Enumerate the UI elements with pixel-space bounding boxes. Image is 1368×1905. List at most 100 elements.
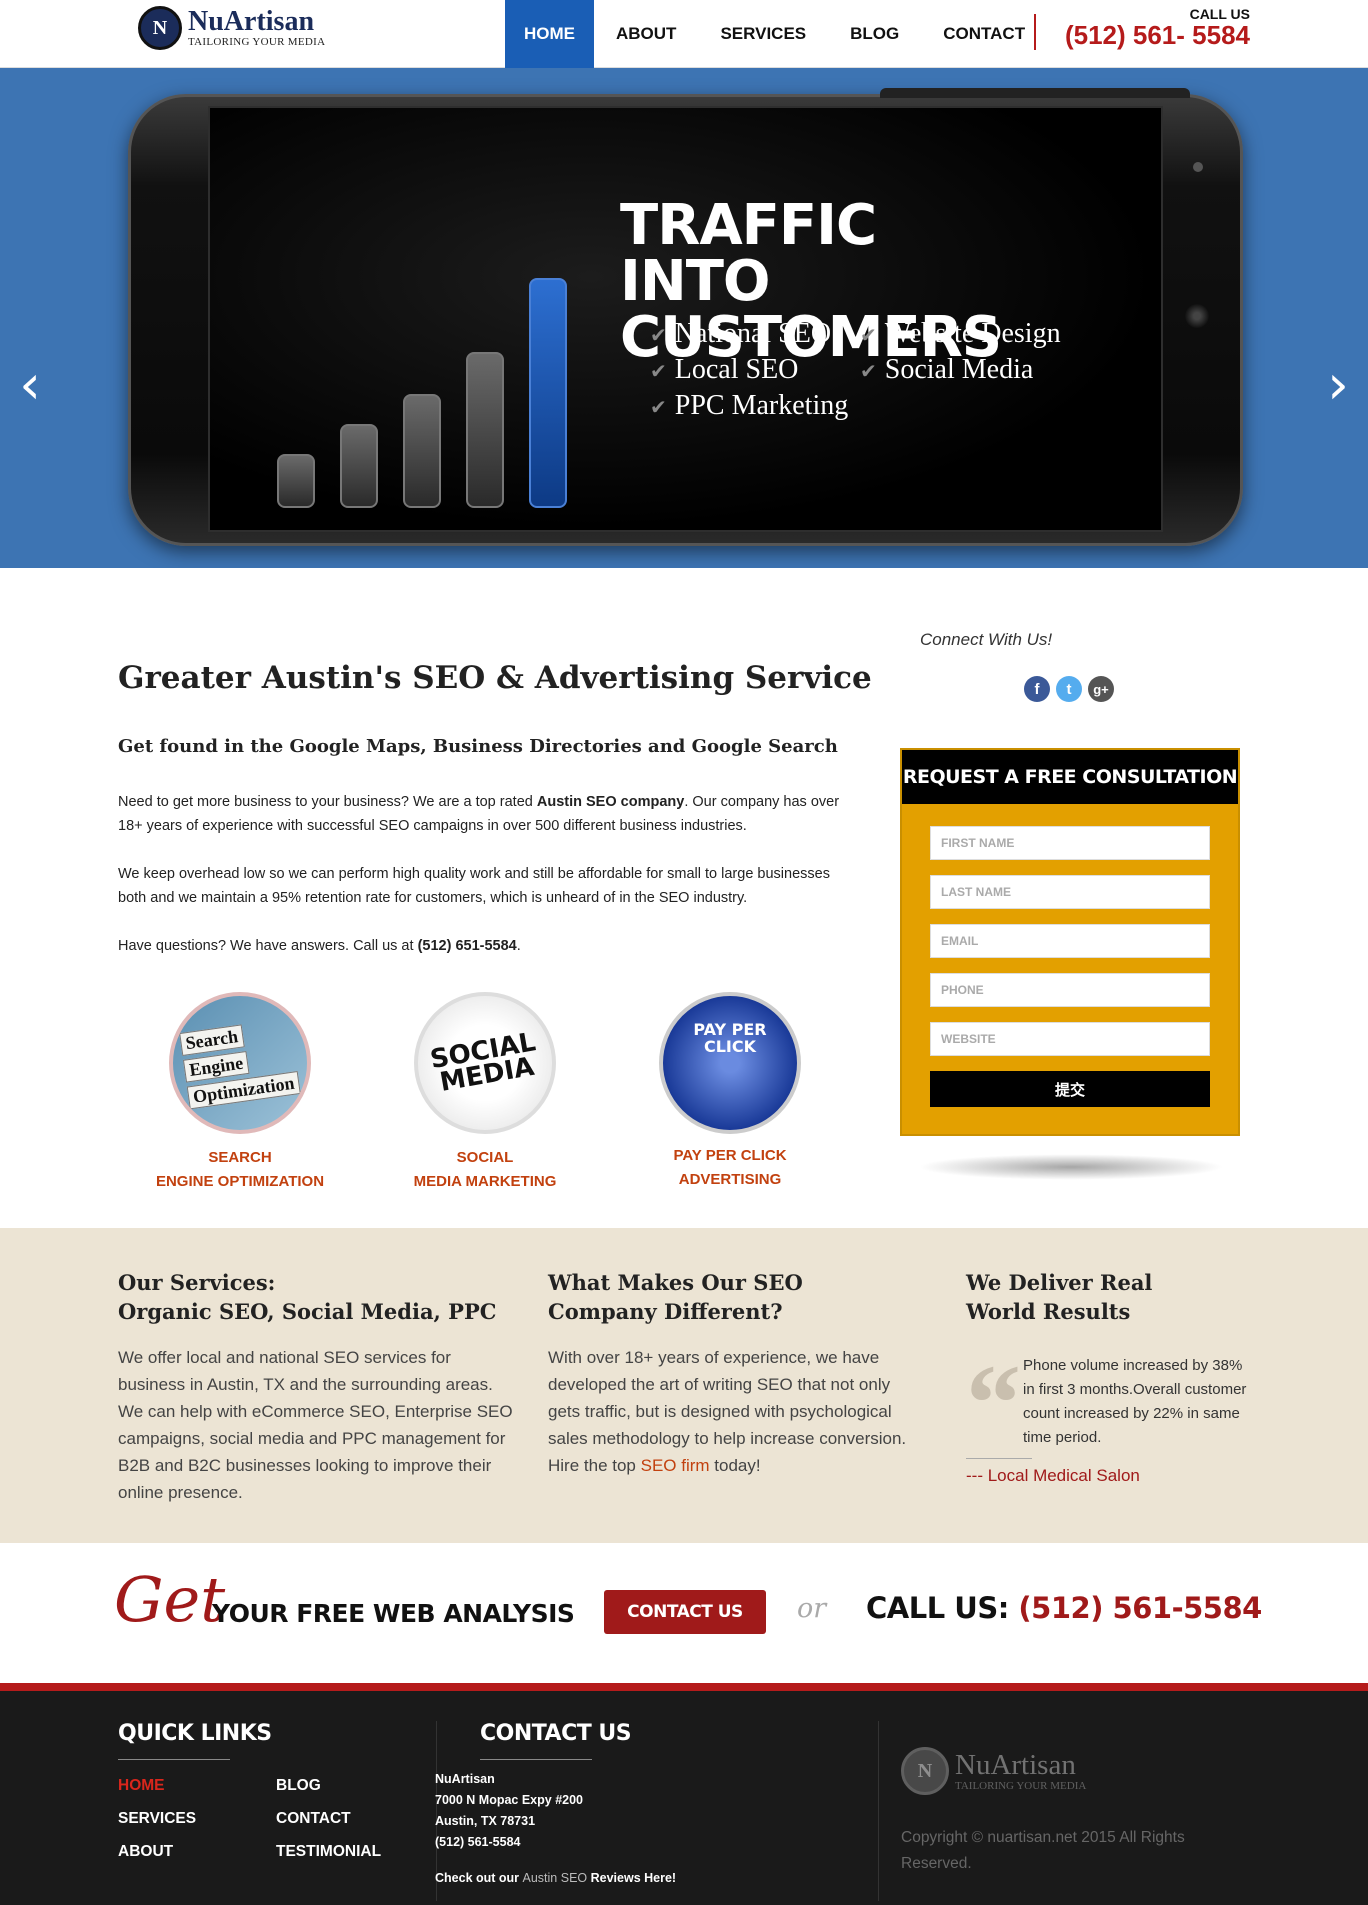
services-column: Our Services: Organic SEO, Social Media, … bbox=[118, 1268, 518, 1506]
reviews-line: Check out our Austin SEO Reviews Here! bbox=[435, 1871, 677, 1885]
service-seo[interactable]: Search Engine Optimization SEARCH ENGINE … bbox=[140, 992, 340, 1194]
services-column-text: We offer local and national SEO services… bbox=[118, 1348, 513, 1502]
cta-get-script: Get bbox=[114, 1563, 226, 1636]
austin-seo-link[interactable]: Austin SEO bbox=[523, 1871, 588, 1885]
facebook-icon[interactable]: f bbox=[1024, 676, 1050, 702]
hero-feature-list: ✔ National SEO ✔ Website Design ✔ Local SEO… bbox=[650, 318, 1090, 422]
results-column: We Deliver Real World Results “ Phone vol… bbox=[966, 1268, 1256, 1508]
contact-us-title: CONTACT US bbox=[480, 1721, 632, 1746]
quote-icon: “ bbox=[966, 1342, 1021, 1464]
nav-divider bbox=[1034, 14, 1036, 50]
seo-label[interactable]: SEARCH ENGINE OPTIMIZATION bbox=[140, 1146, 340, 1194]
signal-bar bbox=[466, 352, 504, 508]
footer-logo-badge: N bbox=[901, 1747, 949, 1795]
nav-home[interactable]: HOME bbox=[505, 0, 594, 68]
footer-address: NuArtisan 7000 N Mopac Expy #200 Austin,… bbox=[435, 1772, 583, 1849]
logo-name: NuArtisan bbox=[188, 6, 315, 37]
intro-paragraph: Need to get more business to your busine… bbox=[118, 794, 840, 834]
social-links: f t g+ bbox=[1024, 676, 1114, 702]
logo-tagline: TAILORING YOUR MEDIA bbox=[188, 36, 326, 48]
hero-item: ✔ Website Design bbox=[860, 318, 1061, 349]
testimonial-author: --- Local Medical Salon bbox=[966, 1466, 1140, 1485]
submit-button[interactable]: 提交 bbox=[930, 1071, 1210, 1107]
copyright: Copyright © nuartisan.net 2015 All Right… bbox=[901, 1829, 1185, 1872]
twitter-icon[interactable]: t bbox=[1056, 676, 1082, 702]
signal-bar bbox=[340, 424, 378, 508]
slider-next-icon[interactable]: › bbox=[1318, 358, 1358, 418]
footer-logo-tagline: TAILORING YOUR MEDIA bbox=[955, 1779, 1087, 1792]
page-title: Greater Austin's SEO & Advertising Servi… bbox=[118, 660, 872, 696]
footer-link-about[interactable]: ABOUT bbox=[118, 1843, 173, 1861]
seo-firm-link[interactable]: SEO firm bbox=[641, 1456, 710, 1475]
check-icon: ✔ bbox=[650, 325, 667, 347]
cta-or: or bbox=[797, 1593, 827, 1624]
header-phone[interactable]: (512) 561- 5584 bbox=[1065, 22, 1250, 48]
footer-link-home[interactable]: HOME bbox=[118, 1777, 165, 1795]
signal-bar bbox=[277, 454, 315, 508]
cta-phone[interactable]: (512) 561-5584 bbox=[1018, 1591, 1262, 1625]
phone-top-edge bbox=[880, 88, 1190, 98]
ppc-image[interactable]: PAY PER CLICK bbox=[659, 992, 801, 1134]
main-nav: HOME ABOUT SERVICES BLOG CONTACT bbox=[505, 0, 1047, 68]
footer-logo-name: NuArtisan bbox=[955, 1748, 1076, 1781]
cta-strip: Get YOUR FREE WEB ANALYSIS CONTACT US or… bbox=[0, 1543, 1368, 1683]
signal-bars-graphic bbox=[277, 208, 567, 508]
different-column: What Makes Our SEO Company Different? Wit… bbox=[548, 1268, 908, 1479]
hero-item: ✔ National SEO bbox=[650, 318, 832, 349]
check-icon: ✔ bbox=[650, 397, 667, 419]
hero-item: ✔ Local SEO bbox=[650, 354, 799, 385]
consultation-form-title: REQUEST A FREE CONSULTATION bbox=[902, 750, 1238, 804]
header-call-us: CALL US (512) 561- 5584 bbox=[1065, 6, 1250, 48]
slider-prev-icon[interactable]: ‹ bbox=[10, 358, 50, 418]
service-ppc[interactable]: PAY PER CLICK PAY PER CLICK ADVERTISING bbox=[630, 992, 830, 1192]
contact-us-button[interactable]: CONTACT US bbox=[604, 1590, 766, 1634]
phone-speaker bbox=[1185, 304, 1209, 328]
footer-link-contact[interactable]: CONTACT bbox=[276, 1810, 351, 1828]
phone-camera bbox=[1193, 162, 1203, 172]
connect-label: Connect With Us! bbox=[920, 630, 1053, 649]
info-band: Our Services: Organic SEO, Social Media, … bbox=[0, 1228, 1368, 1543]
form-shadow bbox=[918, 1154, 1224, 1180]
different-column-text: With over 18+ years of experience, we ha… bbox=[548, 1348, 907, 1475]
nav-contact[interactable]: CONTACT bbox=[921, 0, 1047, 68]
hero-slider: TRAFFIC INTO CUSTOMERS ✔ National SEO ✔ We… bbox=[0, 68, 1368, 568]
seo-image[interactable]: Search Engine Optimization bbox=[169, 992, 311, 1134]
check-icon: ✔ bbox=[860, 325, 877, 347]
footer-link-services[interactable]: SERVICES bbox=[118, 1810, 196, 1828]
quick-links-rule bbox=[118, 1759, 230, 1760]
hero-item: ✔ PPC Marketing bbox=[650, 390, 849, 421]
testimonial-quote: Phone volume increased by 38% in first 3… bbox=[1023, 1357, 1247, 1446]
footer-link-blog[interactable]: BLOG bbox=[276, 1777, 321, 1795]
footer-logo: N NuArtisan TAILORING YOUR MEDIA bbox=[901, 1747, 1086, 1795]
check-icon: ✔ bbox=[860, 361, 877, 383]
social-media-label[interactable]: SOCIAL MEDIA MARKETING bbox=[385, 1146, 585, 1194]
social-media-image[interactable]: SOCIAL MEDIA bbox=[414, 992, 556, 1134]
first-name-field[interactable] bbox=[930, 826, 1210, 860]
hero-title-line1: TRAFFIC INTO bbox=[620, 193, 877, 314]
contact-us-rule bbox=[480, 1759, 592, 1760]
hero-item: ✔ Social Media bbox=[860, 354, 1034, 385]
nav-blog[interactable]: BLOG bbox=[828, 0, 921, 68]
questions-paragraph: Have questions? We have answers. Call us… bbox=[118, 938, 521, 954]
page-subtitle: Get found in the Google Maps, Business D… bbox=[118, 736, 838, 757]
site-logo[interactable]: N NuArtisan TAILORING YOUR MEDIA bbox=[138, 6, 325, 50]
footer-link-testimonial[interactable]: TESTIMONIAL bbox=[276, 1843, 381, 1861]
service-social-media[interactable]: SOCIAL MEDIA SOCIAL MEDIA MARKETING bbox=[385, 992, 585, 1194]
site-footer: QUICK LINKS HOME SERVICES ABOUT BLOG CON… bbox=[0, 1683, 1368, 1905]
website-field[interactable] bbox=[930, 1022, 1210, 1056]
cta-call: CALL US: (512) 561-5584 bbox=[866, 1591, 1262, 1625]
cta-text: YOUR FREE WEB ANALYSIS bbox=[212, 1599, 575, 1628]
email-field[interactable] bbox=[930, 924, 1210, 958]
googleplus-icon[interactable]: g+ bbox=[1088, 676, 1114, 702]
footer-divider bbox=[878, 1721, 879, 1901]
nav-about[interactable]: ABOUT bbox=[594, 0, 698, 68]
phone-field[interactable] bbox=[930, 973, 1210, 1007]
last-name-field[interactable] bbox=[930, 875, 1210, 909]
site-header: N NuArtisan TAILORING YOUR MEDIA HOME AB… bbox=[0, 0, 1368, 68]
check-icon: ✔ bbox=[650, 361, 667, 383]
nav-services[interactable]: SERVICES bbox=[698, 0, 828, 68]
quote-divider bbox=[966, 1458, 1032, 1459]
logo-badge: N bbox=[138, 6, 182, 50]
signal-bar bbox=[403, 394, 441, 508]
ppc-label[interactable]: PAY PER CLICK ADVERTISING bbox=[630, 1144, 830, 1192]
